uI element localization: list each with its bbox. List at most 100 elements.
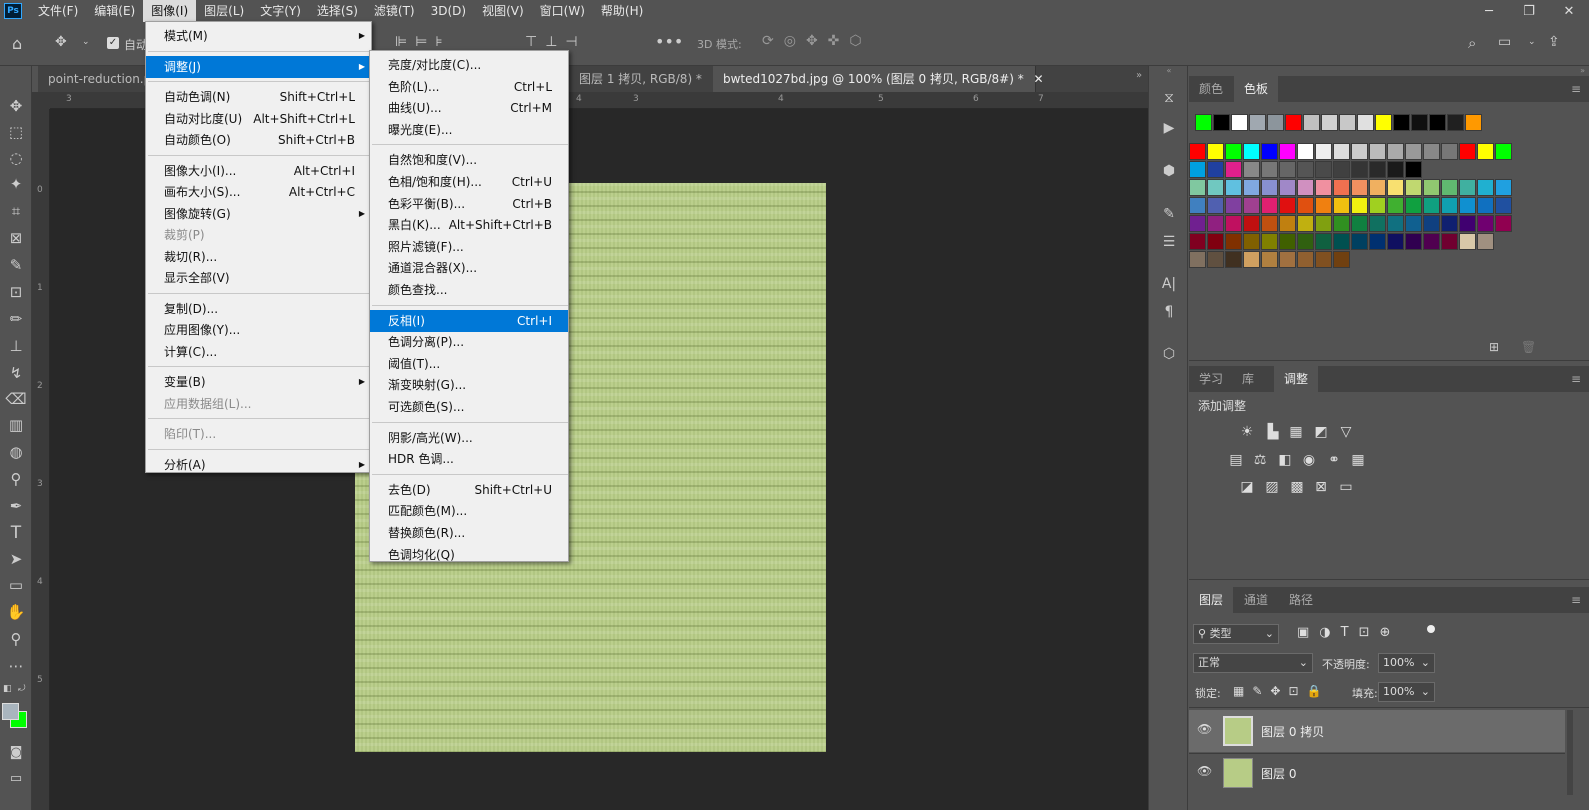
menu-item[interactable]: 滤镜(T) <box>366 0 423 22</box>
panel-menu-icon[interactable]: ≡ <box>1571 372 1581 386</box>
swatch[interactable] <box>1459 197 1476 214</box>
menu-item[interactable]: 应用图像(Y)... <box>146 319 371 341</box>
swatch[interactable] <box>1495 197 1512 214</box>
eyedropper-tool-icon[interactable]: ✎ <box>4 253 28 277</box>
swatch[interactable] <box>1231 114 1248 131</box>
menu-item[interactable]: 文字(Y) <box>252 0 309 22</box>
tab-point-reduction[interactable]: point-reduction.p <box>38 66 146 92</box>
swatch[interactable] <box>1243 179 1260 196</box>
tab-color[interactable]: 颜色 <box>1189 76 1233 102</box>
pen-tool-icon[interactable]: ✒ <box>4 494 28 518</box>
menu-item[interactable]: HDR 色调... <box>370 448 568 470</box>
menu-item[interactable]: 曲线(U)... Ctrl+M <box>370 97 568 119</box>
menu-item[interactable]: 曝光度(E)... <box>370 119 568 141</box>
swatch[interactable] <box>1243 161 1260 178</box>
swatch[interactable] <box>1207 143 1224 160</box>
menu-item[interactable]: 色调均化(Q) <box>370 544 568 566</box>
swatch[interactable] <box>1477 179 1494 196</box>
menu-item[interactable]: 色阶(L)... Ctrl+L <box>370 76 568 98</box>
swatch[interactable] <box>1369 197 1386 214</box>
swatch[interactable] <box>1315 143 1332 160</box>
frame-tool-icon[interactable]: ⊠ <box>4 226 28 250</box>
stamp-tool-icon[interactable]: ⊥ <box>4 334 28 358</box>
menu-item[interactable]: 通道混合器(X)... <box>370 257 568 279</box>
zoom-tool-icon[interactable]: ⚲ <box>4 627 28 651</box>
crop-tool-icon[interactable]: ⌗ <box>4 199 28 223</box>
swatch[interactable] <box>1423 233 1440 250</box>
marquee-tool-icon[interactable]: ⬚ <box>4 120 28 144</box>
menu-item[interactable]: 变量(B) ▶ <box>146 371 371 393</box>
menu-item[interactable]: 黑白(K)... Alt+Shift+Ctrl+B <box>370 214 568 236</box>
swatch[interactable] <box>1243 233 1260 250</box>
swatch[interactable] <box>1477 233 1494 250</box>
threshold-icon[interactable]: ▩ <box>1287 478 1307 496</box>
swatch[interactable] <box>1387 233 1404 250</box>
share-icon[interactable]: ⇪ <box>1548 34 1560 50</box>
menu-item[interactable]: 照片滤镜(F)... <box>370 236 568 258</box>
menu-item[interactable]: 自动色调(N) Shift+Ctrl+L <box>146 86 371 108</box>
swatch[interactable] <box>1441 215 1458 232</box>
swatch[interactable] <box>1261 161 1278 178</box>
menu-item[interactable]: 颜色查找... <box>370 279 568 301</box>
swatch[interactable] <box>1279 197 1296 214</box>
swatch[interactable] <box>1279 143 1296 160</box>
more-tools-icon[interactable]: ⋯ <box>4 654 28 678</box>
swatch[interactable] <box>1441 233 1458 250</box>
tab-layers[interactable]: 图层 <box>1189 587 1234 613</box>
swatch[interactable] <box>1297 251 1314 268</box>
swatch[interactable] <box>1189 215 1206 232</box>
menu-item[interactable]: 亮度/对比度(C)... <box>370 54 568 76</box>
swatch[interactable] <box>1315 197 1332 214</box>
collapse-icon[interactable]: « <box>1149 66 1189 75</box>
swatch[interactable] <box>1495 179 1512 196</box>
menu-item[interactable]: 可选颜色(S)... <box>370 396 568 418</box>
swatch[interactable] <box>1369 233 1386 250</box>
swatch[interactable] <box>1315 233 1332 250</box>
swatch[interactable] <box>1297 161 1314 178</box>
menu-item[interactable]: 视图(V) <box>474 0 532 22</box>
delete-swatch-icon[interactable]: 🗑 <box>1521 340 1536 354</box>
swatch[interactable] <box>1321 114 1338 131</box>
hand-tool-icon[interactable]: ✋ <box>4 600 28 624</box>
swatch[interactable] <box>1279 215 1296 232</box>
swatch[interactable] <box>1405 233 1422 250</box>
tab-adjustments[interactable]: 调整 <box>1274 366 1319 392</box>
swatch[interactable] <box>1189 251 1206 268</box>
tab-swatches[interactable]: 色板 <box>1234 76 1279 102</box>
new-swatch-icon[interactable]: ⊞ <box>1489 340 1499 354</box>
swatch[interactable] <box>1213 114 1230 131</box>
swatch[interactable] <box>1225 233 1242 250</box>
move-tool-icon[interactable]: ✥ <box>4 94 28 118</box>
menu-item[interactable]: 模式(M) ▶ <box>146 25 371 47</box>
swatch[interactable] <box>1405 215 1422 232</box>
menu-item[interactable]: 编辑(E) <box>86 0 143 22</box>
swatch[interactable] <box>1405 179 1422 196</box>
vibrance-icon[interactable]: ▽ <box>1336 423 1356 441</box>
tab-channels[interactable]: 通道 <box>1234 587 1278 613</box>
workspace-icon[interactable]: ▭ <box>1498 34 1511 50</box>
menu-item[interactable]: 阴影/高光(W)... <box>370 427 568 449</box>
swatch[interactable] <box>1207 215 1224 232</box>
tab-libraries[interactable]: 库 <box>1232 366 1264 392</box>
swatch[interactable] <box>1459 215 1476 232</box>
swap-colors-icon[interactable]: ⤾ <box>18 684 26 694</box>
minimize-button[interactable]: ─ <box>1469 0 1509 22</box>
brush-settings-icon[interactable]: ✎ <box>1159 204 1179 224</box>
menu-item[interactable]: 显示全部(V) <box>146 267 371 289</box>
menu-item[interactable]: 反相(I) Ctrl+I <box>370 309 568 332</box>
swatch[interactable] <box>1261 143 1278 160</box>
blur-tool-icon[interactable]: ◍ <box>4 440 28 464</box>
swatch[interactable] <box>1261 251 1278 268</box>
eye-icon[interactable]: 👁 <box>1197 764 1212 778</box>
swatch[interactable] <box>1333 251 1350 268</box>
swatch[interactable] <box>1279 233 1296 250</box>
exposure-icon[interactable]: ◩ <box>1311 423 1331 441</box>
search-icon[interactable]: ⌕ <box>1468 34 1476 52</box>
swatch[interactable] <box>1393 114 1410 131</box>
swatch[interactable] <box>1243 143 1260 160</box>
swatch[interactable] <box>1207 251 1224 268</box>
swatch[interactable] <box>1195 114 1212 131</box>
menu-item[interactable]: 自动对比度(U) Alt+Shift+Ctrl+L <box>146 108 371 130</box>
tabs-overflow-icon[interactable]: » <box>1136 70 1142 81</box>
swatch[interactable] <box>1477 143 1494 160</box>
